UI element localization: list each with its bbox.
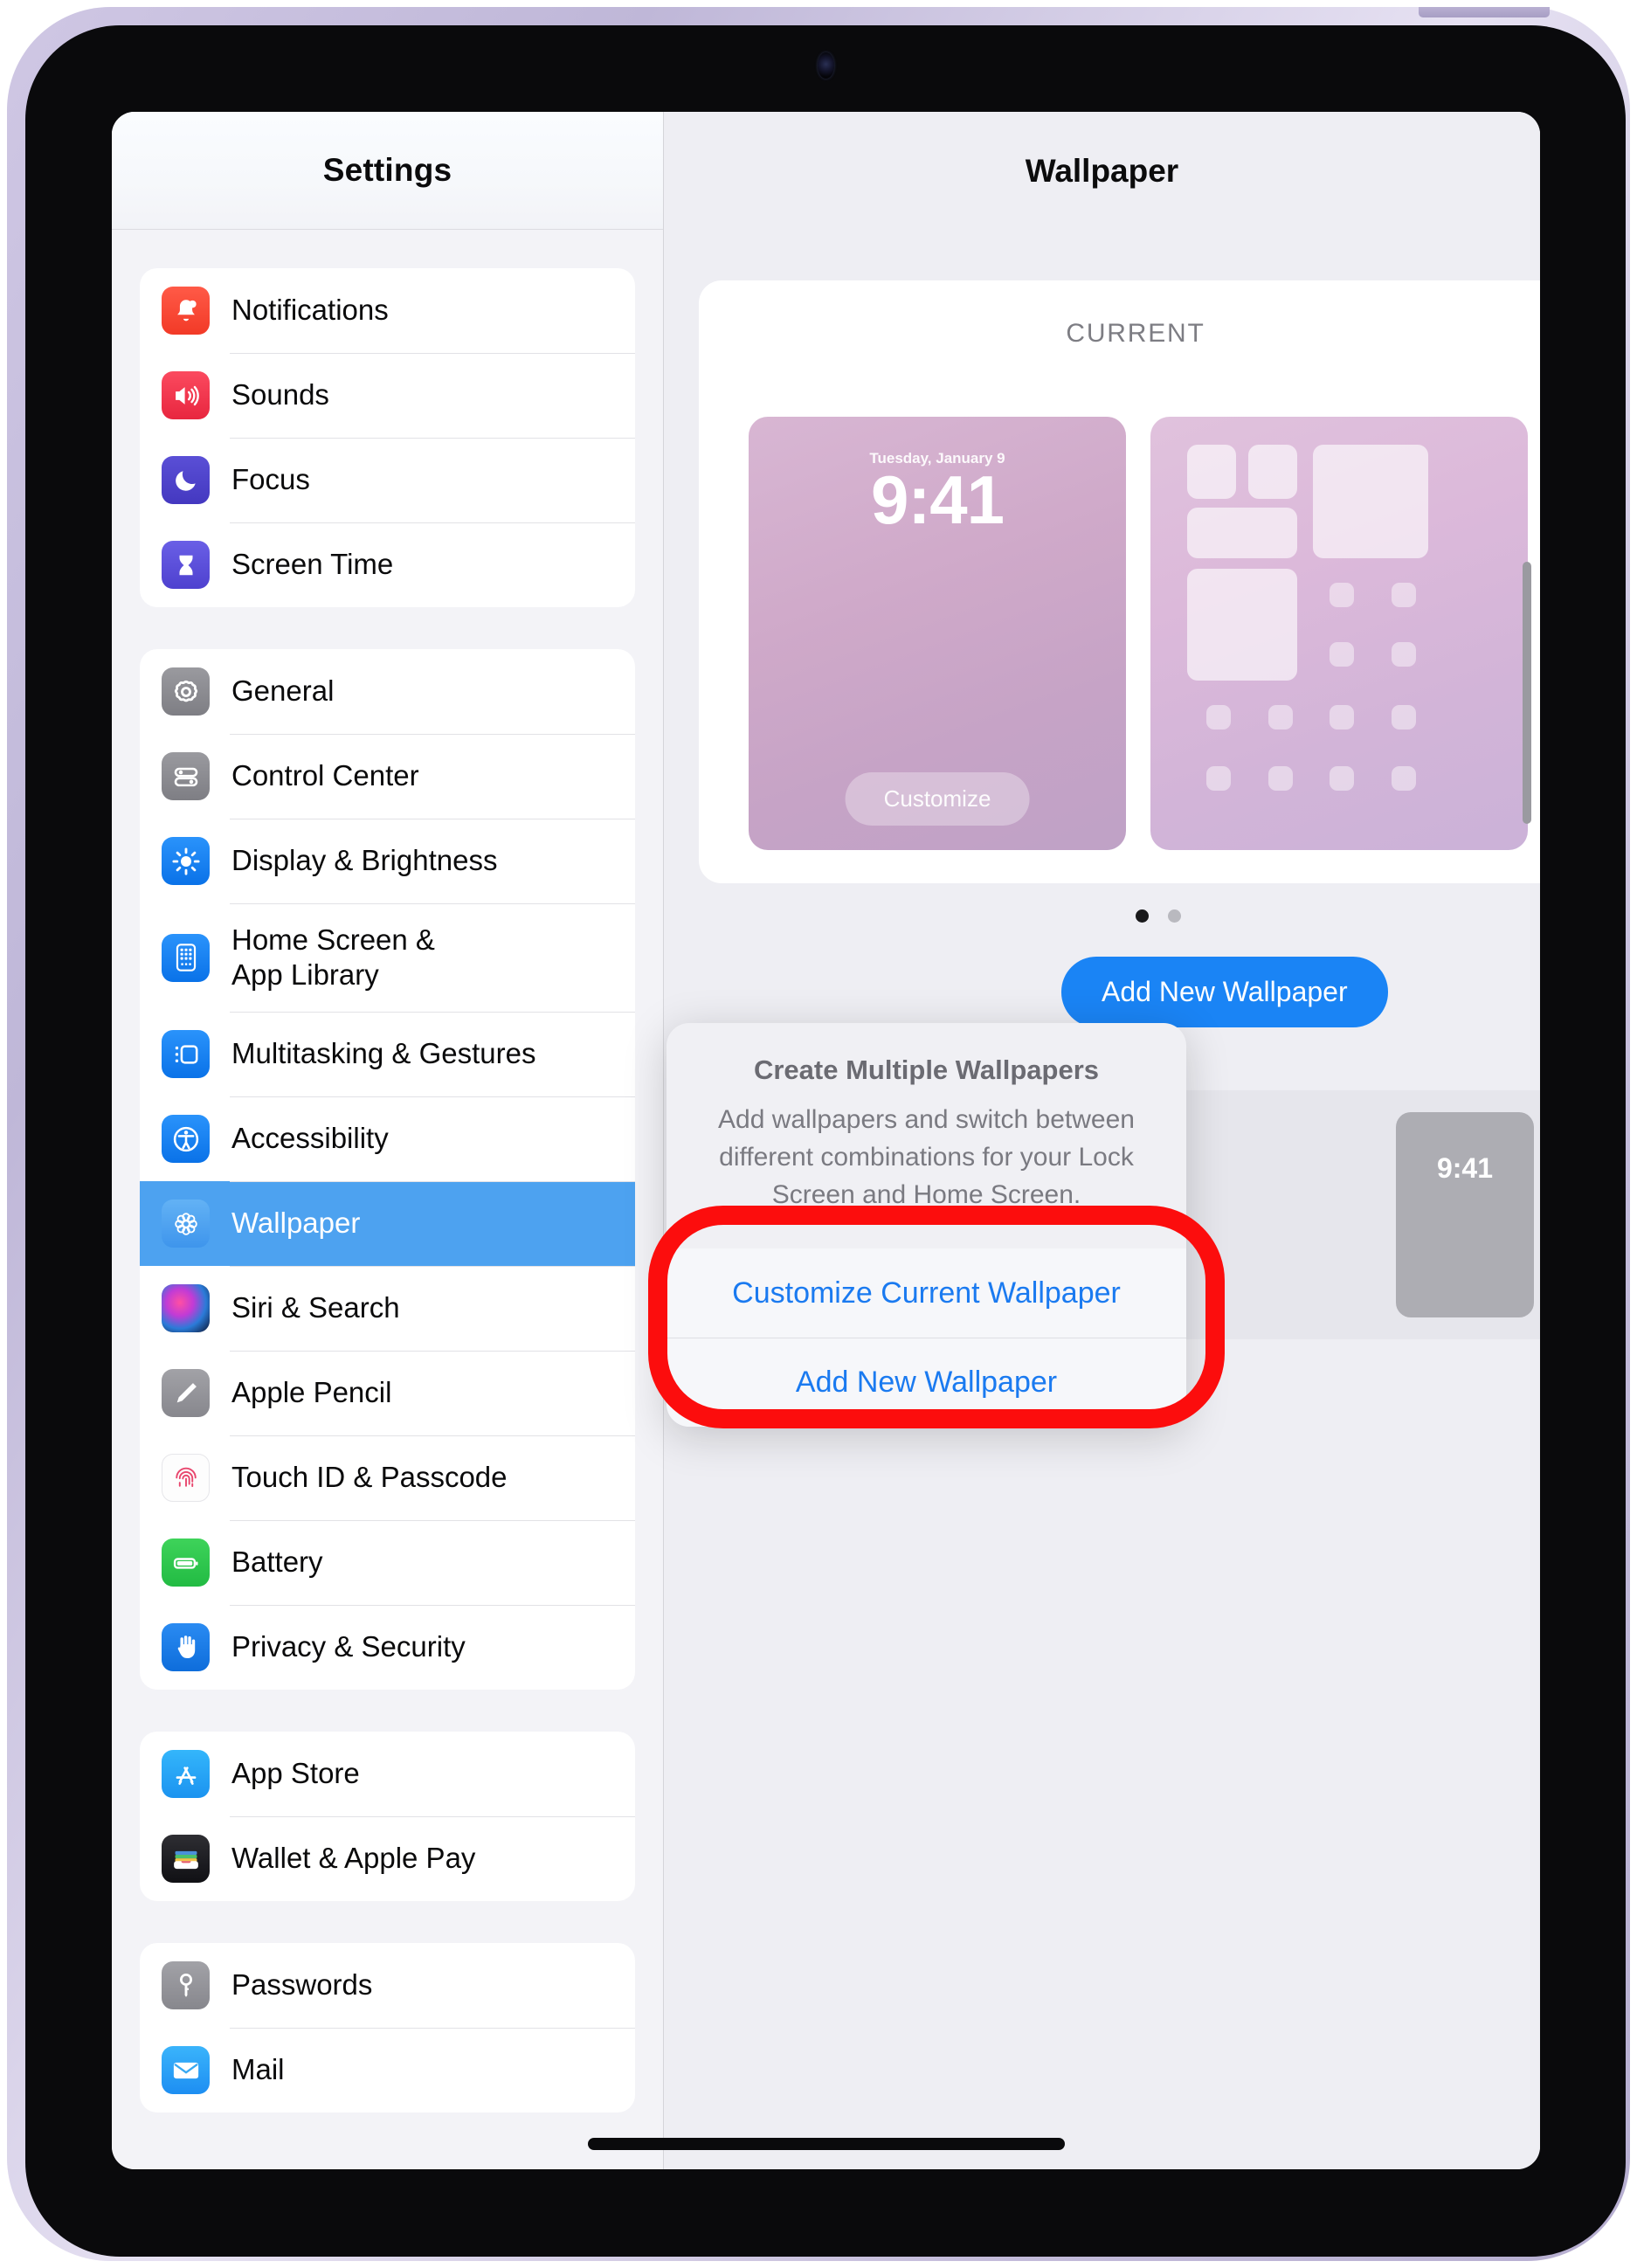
sidebar-item-accessibility[interactable]: Accessibility xyxy=(140,1096,635,1181)
sidebar-item-label: Sounds xyxy=(231,378,329,411)
ipad-device-frame: Settings Notifications Sounds Focus Scre… xyxy=(7,7,1630,2261)
sidebar-item-label: Accessibility xyxy=(231,1122,389,1155)
accessibility-icon xyxy=(162,1115,210,1163)
bell-icon xyxy=(162,287,210,335)
popover-actions: Customize Current Wallpaper Add New Wall… xyxy=(667,1248,1186,1427)
sidebar-item-label: Apple Pencil xyxy=(231,1376,392,1409)
sidebar-item-label: Wallpaper xyxy=(231,1207,361,1240)
sidebar-item-mail[interactable]: Mail xyxy=(140,2028,635,2112)
sidebar-item-home-screen-app-library[interactable]: Home Screen & App Library xyxy=(140,903,635,1012)
app-grid-icon xyxy=(162,933,210,982)
lock-screen-time: 9:41 xyxy=(870,461,1005,538)
settings-sidebar: Settings Notifications Sounds Focus Scre… xyxy=(112,112,664,2169)
sidebar-item-label: Multitasking & Gestures xyxy=(231,1037,536,1070)
customize-button[interactable]: Customize xyxy=(845,772,1030,826)
flower-icon xyxy=(162,1200,210,1248)
sidebar-item-label: App Store xyxy=(231,1757,360,1790)
sidebar-item-wallet-apple-pay[interactable]: Wallet & Apple Pay xyxy=(140,1816,635,1901)
sidebar-item-label: Control Center xyxy=(231,759,419,792)
hand-icon xyxy=(162,1623,210,1671)
volume-button[interactable] xyxy=(1419,7,1550,17)
sidebar-item-label: Wallet & Apple Pay xyxy=(231,1842,476,1875)
sidebar-item-screen-time[interactable]: Screen Time xyxy=(140,522,635,607)
moon-icon xyxy=(162,456,210,504)
sidebar-item-label: Battery xyxy=(231,1545,323,1579)
gear-icon xyxy=(162,667,210,716)
sidebar-item-wallpaper[interactable]: Wallpaper xyxy=(140,1181,635,1266)
pencil-icon xyxy=(162,1369,210,1417)
settings-group-1: Notifications Sounds Focus Screen Time xyxy=(140,268,635,607)
page-dots[interactable] xyxy=(1136,909,1181,923)
sidebar-item-sounds[interactable]: Sounds xyxy=(140,353,635,438)
fingerprint-icon xyxy=(162,1454,210,1502)
info-thumbnail: 9:41 xyxy=(1396,1112,1534,1317)
customize-current-wallpaper-action[interactable]: Customize Current Wallpaper xyxy=(667,1248,1186,1338)
front-camera-icon xyxy=(818,52,834,79)
lock-screen-preview[interactable]: Tuesday, January 9 9:41 Customize xyxy=(749,417,1126,850)
multitasking-icon xyxy=(162,1030,210,1078)
sidebar-item-label: General xyxy=(231,674,335,708)
page-title: Settings xyxy=(322,152,452,188)
sidebar-item-label: Mail xyxy=(231,2053,285,2086)
sidebar-item-general[interactable]: General xyxy=(140,649,635,734)
current-wallpaper-card: CURRENT Tuesday, January 9 9:41 Customiz… xyxy=(699,280,1540,883)
sidebar-item-siri-search[interactable]: Siri & Search xyxy=(140,1266,635,1351)
sidebar-header: Settings xyxy=(112,112,663,230)
sidebar-item-app-store[interactable]: App Store xyxy=(140,1732,635,1816)
wallet-icon xyxy=(162,1835,210,1883)
home-screen-preview[interactable] xyxy=(1150,417,1528,850)
sidebar-item-label: Privacy & Security xyxy=(231,1630,466,1663)
sidebar-item-label: Display & Brightness xyxy=(231,844,498,877)
sidebar-item-label: Passwords xyxy=(231,1968,373,2002)
home-indicator[interactable] xyxy=(587,2138,1065,2150)
app-store-icon xyxy=(162,1750,210,1798)
popover-description: Add wallpapers and switch between differ… xyxy=(718,1105,1135,1209)
sidebar-item-touch-id-passcode[interactable]: Touch ID & Passcode xyxy=(140,1435,635,1520)
sidebar-item-label: Siri & Search xyxy=(231,1291,400,1324)
hourglass-icon xyxy=(162,541,210,589)
settings-group-2: General Control Center Display & Brightn… xyxy=(140,649,635,1690)
create-multiple-wallpapers-popover: Create Multiple Wallpapers Add wallpaper… xyxy=(667,1023,1186,1427)
sidebar-item-label: Notifications xyxy=(231,294,389,327)
sidebar-item-focus[interactable]: Focus xyxy=(140,438,635,522)
key-icon xyxy=(162,1961,210,2009)
sidebar-item-passwords[interactable]: Passwords xyxy=(140,1943,635,2028)
sliders-icon xyxy=(162,752,210,800)
sidebar-item-label: Touch ID & Passcode xyxy=(231,1461,508,1494)
battery-icon xyxy=(162,1539,210,1587)
sidebar-item-battery[interactable]: Battery xyxy=(140,1520,635,1605)
page-dot-1[interactable] xyxy=(1136,909,1149,923)
sidebar-item-display-brightness[interactable]: Display & Brightness xyxy=(140,819,635,903)
settings-group-4: Passwords Mail xyxy=(140,1943,635,2112)
envelope-icon xyxy=(162,2046,210,2094)
speaker-icon xyxy=(162,371,210,419)
siri-orb-icon xyxy=(162,1284,210,1332)
detail-scrollbar[interactable] xyxy=(1523,562,1531,824)
page-dot-2[interactable] xyxy=(1168,909,1181,923)
brightness-icon xyxy=(162,837,210,885)
sidebar-item-control-center[interactable]: Control Center xyxy=(140,734,635,819)
sidebar-item-multitasking-gestures[interactable]: Multitasking & Gestures xyxy=(140,1012,635,1096)
sidebar-item-label: Home Screen & App Library xyxy=(231,923,435,991)
current-section-label: CURRENT xyxy=(1066,319,1205,348)
sidebar-item-apple-pencil[interactable]: Apple Pencil xyxy=(140,1351,635,1435)
add-new-wallpaper-button[interactable]: Add New Wallpaper xyxy=(1061,957,1388,1027)
info-thumbnail-time: 9:41 xyxy=(1436,1152,1494,1184)
sidebar-scroll-area[interactable]: Notifications Sounds Focus Screen Time G… xyxy=(112,230,663,2169)
popover-title: Create Multiple Wallpapers xyxy=(753,1054,1100,1085)
sidebar-item-label: Screen Time xyxy=(231,548,394,581)
wallpaper-previews: Tuesday, January 9 9:41 Customize xyxy=(749,417,1528,850)
ipad-screen: Settings Notifications Sounds Focus Scre… xyxy=(112,112,1540,2169)
add-new-wallpaper-action[interactable]: Add New Wallpaper xyxy=(667,1338,1186,1427)
settings-group-3: App Store Wallet & Apple Pay xyxy=(140,1732,635,1901)
detail-header: Wallpaper xyxy=(664,112,1540,230)
sidebar-item-privacy-security[interactable]: Privacy & Security xyxy=(140,1605,635,1690)
detail-title: Wallpaper xyxy=(1025,152,1179,189)
sidebar-item-notifications[interactable]: Notifications xyxy=(140,268,635,353)
sidebar-item-label: Focus xyxy=(231,463,310,496)
